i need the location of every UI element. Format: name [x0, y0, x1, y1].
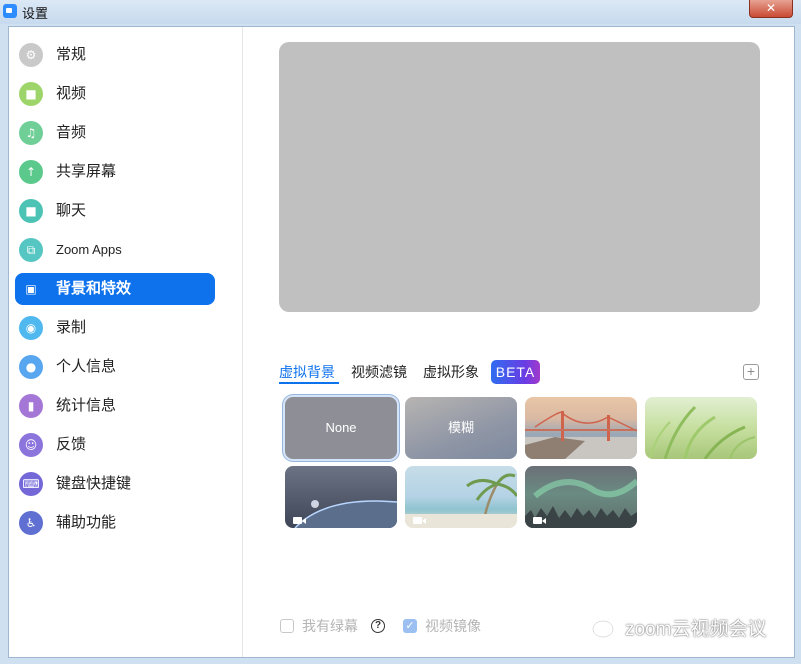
accessibility-icon: ♿ — [19, 511, 43, 535]
wechat-icon — [592, 620, 619, 640]
background-golden-gate-bridge[interactable] — [525, 397, 637, 459]
statistics-icon: ▮ — [19, 394, 43, 418]
settings-window: ⚙ 常规 ■ 视频 ♫ 音频 ↑ 共享屏幕 ■ 聊天 ⧉ Zoom Apps ▣ 背景和特效 ◉ 录制 ● 个人信… — [8, 26, 795, 658]
record-icon-glyph: ◉ — [25, 321, 37, 335]
sidebar-item-label: 共享屏幕 — [56, 163, 117, 180]
sidebar-item-video-camera[interactable]: ■ 视频 — [15, 78, 215, 110]
sidebar-item-label: 统计信息 — [56, 397, 117, 414]
feedback-smiley-icon: ☺ — [19, 433, 43, 457]
sidebar-item-feedback-smiley[interactable]: ☺ 反馈 — [15, 429, 215, 461]
zoom-apps-icon: ⧉ — [19, 238, 43, 262]
headphones-icon-glyph: ♫ — [25, 126, 37, 140]
sidebar-item-label: 键盘快捷键 — [56, 475, 132, 492]
zoom-apps-icon-glyph: ⧉ — [26, 243, 36, 257]
gear-icon: ⚙ — [19, 43, 43, 67]
add-background-button[interactable]: + — [743, 364, 759, 380]
watermark-text: zoom云视频会议 — [625, 619, 767, 640]
sidebar-item-headphones[interactable]: ♫ 音频 — [15, 117, 215, 149]
gear-icon-glyph: ⚙ — [25, 48, 37, 62]
sidebar-item-label: Zoom Apps — [56, 242, 122, 257]
tab-avatars[interactable]: 虚拟形象 — [423, 362, 479, 382]
sidebar-item-chat[interactable]: ■ 聊天 — [15, 195, 215, 227]
keyboard-icon: ⌨ — [19, 472, 43, 496]
background-effects-icon-glyph: ▣ — [25, 282, 37, 296]
tab-video-filters[interactable]: 视频滤镜 — [351, 362, 407, 382]
background-none[interactable]: None — [285, 397, 397, 459]
sidebar-item-label: 录制 — [56, 319, 87, 336]
video-camera-icon: ■ — [19, 82, 43, 106]
green-screen-checkbox[interactable] — [280, 619, 294, 633]
watermark: zoom云视频会议 — [591, 618, 766, 642]
share-screen-icon-glyph: ↑ — [25, 165, 37, 179]
background-blur[interactable]: 模糊 — [405, 397, 517, 459]
tab-virtual-background[interactable]: 虚拟背景 — [279, 362, 335, 382]
window-title: 设置 — [22, 6, 49, 21]
sidebar-item-gear[interactable]: ⚙ 常规 — [15, 39, 215, 71]
sidebar-item-label: 聊天 — [56, 202, 87, 219]
chat-icon: ■ — [19, 199, 43, 223]
video-background-icon — [293, 517, 306, 524]
help-icon[interactable]: ? — [371, 619, 385, 633]
share-screen-icon: ↑ — [19, 160, 43, 184]
sidebar-item-label: 常规 — [56, 46, 87, 63]
sidebar-item-profile[interactable]: ● 个人信息 — [15, 351, 215, 383]
background-label: 模糊 — [447, 420, 474, 435]
checkmark-icon: ✓ — [405, 619, 415, 632]
sidebar-item-share-screen[interactable]: ↑ 共享屏幕 — [15, 156, 215, 188]
golden-gate-bridge-image — [525, 411, 637, 459]
close-button[interactable]: ✕ — [749, 0, 793, 18]
video-background-icon — [413, 517, 426, 524]
feedback-smiley-icon-glyph: ☺ — [24, 438, 38, 452]
close-icon: ✕ — [765, 1, 777, 15]
video-preview — [279, 42, 760, 312]
sidebar-item-label: 背景和特效 — [56, 280, 132, 297]
title-bar: 设置 ✕ — [0, 0, 801, 24]
sidebar-item-label: 音频 — [56, 124, 87, 141]
sidebar-item-zoom-apps[interactable]: ⧉ Zoom Apps — [15, 234, 215, 266]
sidebar-item-keyboard[interactable]: ⌨ 键盘快捷键 — [15, 468, 215, 500]
grass-image — [649, 405, 756, 459]
chat-icon-glyph: ■ — [25, 204, 37, 218]
beta-badge: BETA — [491, 360, 540, 384]
profile-icon: ● — [19, 355, 43, 379]
sidebar-item-accessibility[interactable]: ♿ 辅助功能 — [15, 507, 215, 539]
sidebar-item-label: 反馈 — [56, 436, 87, 453]
background-label: None — [325, 420, 357, 435]
sidebar-item-label: 个人信息 — [56, 358, 117, 375]
green-screen-label: 我有绿幕 — [302, 618, 358, 634]
background-grass[interactable] — [645, 397, 757, 459]
sidebar-item-statistics[interactable]: ▮ 统计信息 — [15, 390, 215, 422]
background-beach-palm[interactable] — [405, 466, 517, 528]
background-earth-from-space[interactable] — [285, 466, 397, 528]
sidebar-item-label: 辅助功能 — [56, 514, 117, 531]
zoom-app-icon — [3, 4, 17, 18]
mirror-video-label: 视频镜像 — [425, 618, 481, 634]
sidebar-item-label: 视频 — [56, 85, 87, 102]
video-background-icon — [533, 517, 546, 524]
profile-icon-glyph: ● — [25, 360, 37, 374]
keyboard-icon-glyph: ⌨ — [22, 477, 40, 491]
statistics-icon-glyph: ▮ — [27, 399, 35, 413]
sidebar: ⚙ 常规 ■ 视频 ♫ 音频 ↑ 共享屏幕 ■ 聊天 ⧉ Zoom Apps ▣ 背景和特效 ◉ 录制 ● 个人信… — [9, 27, 243, 657]
headphones-icon: ♫ — [19, 121, 43, 145]
mirror-video-checkbox[interactable]: ✓ — [403, 619, 417, 633]
active-tab-indicator — [279, 382, 339, 384]
accessibility-icon-glyph: ♿ — [25, 516, 37, 530]
record-icon: ◉ — [19, 316, 43, 340]
background-effects-icon: ▣ — [19, 277, 43, 301]
sidebar-item-record[interactable]: ◉ 录制 — [15, 312, 215, 344]
background-aurora[interactable] — [525, 466, 637, 528]
sidebar-item-background-effects[interactable]: ▣ 背景和特效 — [15, 273, 215, 305]
video-camera-icon-glyph: ■ — [25, 87, 37, 101]
